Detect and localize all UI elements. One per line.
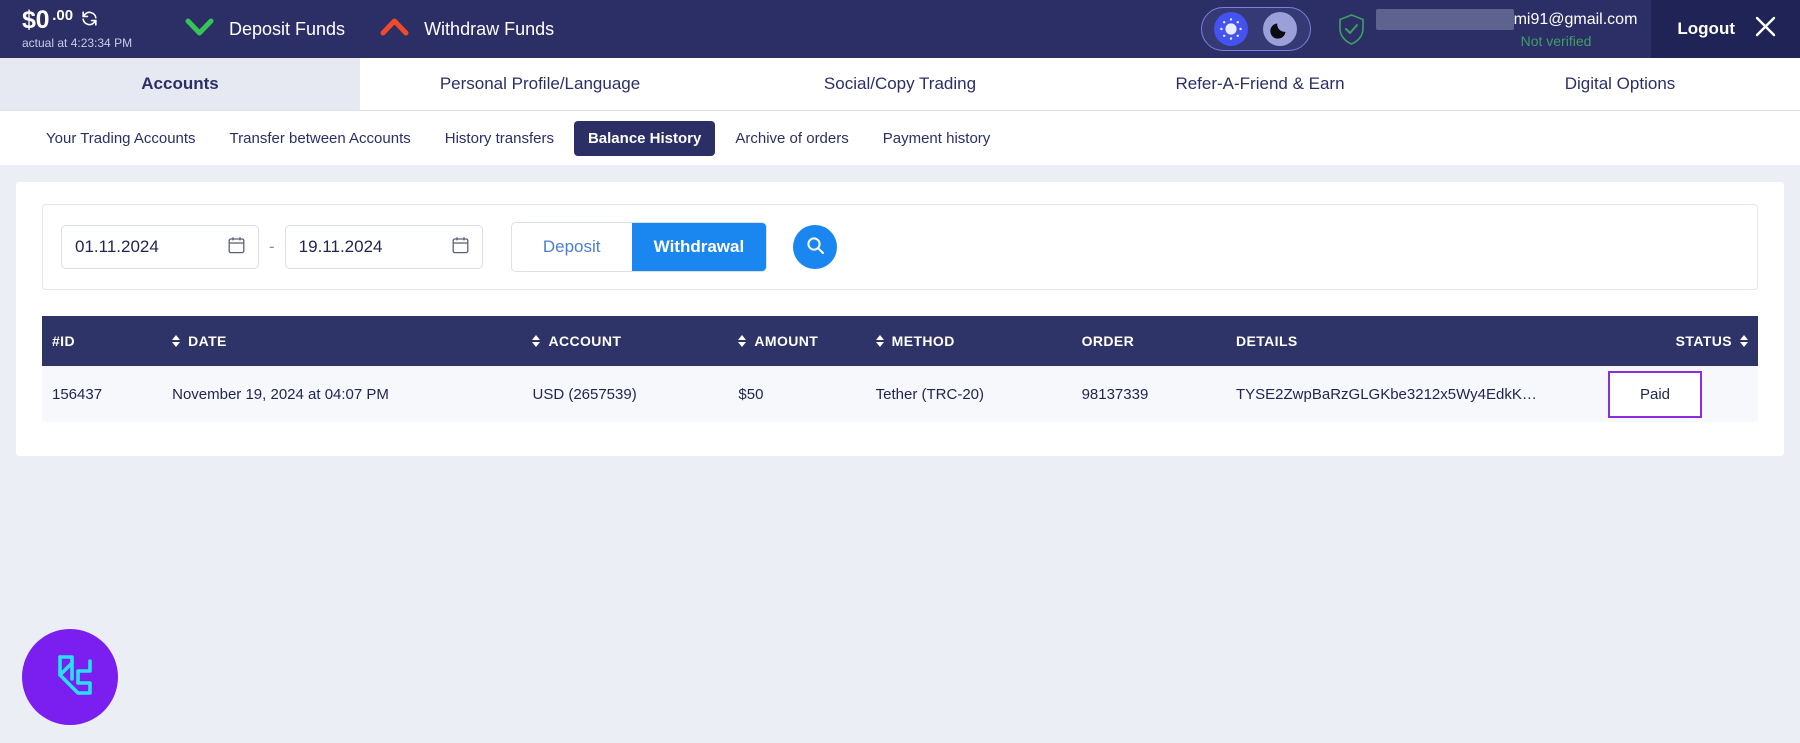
date-from-value: 01.11.2024 [75,237,159,256]
sort-icon-amount[interactable] [738,335,747,347]
refresh-icon[interactable] [80,9,99,28]
column-header-amount[interactable]: AMOUNT [728,316,866,366]
column-label-details: DETAILS [1236,333,1298,349]
cell-method: Tether (TRC-20) [865,366,1072,422]
date-from-input[interactable]: 01.11.2024 [61,225,259,269]
nav-tab-digital-options[interactable]: Digital Options [1440,58,1800,110]
subnav-history-transfers[interactable]: History transfers [431,121,568,156]
column-header-date[interactable]: DATE [162,316,523,366]
nav-tab-accounts[interactable]: Accounts [0,58,360,110]
theme-toggle[interactable] [1200,7,1311,51]
status-badge: Paid [1608,370,1703,418]
withdraw-funds-button[interactable]: Withdraw Funds [379,16,554,43]
balance-row: $0 .00 [22,8,140,33]
email-redaction [1375,9,1514,30]
moon-icon[interactable] [1263,12,1298,46]
top-bar-right: mi91@gmail.com Not verified Logout [1200,0,1800,58]
deposit-funds-button[interactable]: Deposit Funds [184,16,345,43]
filter-bar: 01.11.2024 - 19.11.2024 Deposit Withdraw… [42,204,1758,290]
withdrawal-filter-tab[interactable]: Withdrawal [631,223,767,271]
date-range-separator: - [269,237,275,256]
balance-timestamp: actual at 4:23:34 PM [22,36,133,50]
balance-history-table: #ID DATE ACCOUNT AMOUNT METHOD ORDER DET… [42,316,1758,422]
column-header-order[interactable]: ORDER [1071,316,1226,366]
subnav-archive-of-orders[interactable]: Archive of orders [721,121,862,156]
subnav-transfer-between-accounts[interactable]: Transfer between Accounts [216,121,425,156]
calendar-icon[interactable] [228,236,245,259]
sun-icon[interactable] [1214,12,1249,46]
column-label-account: ACCOUNT [548,333,622,349]
column-label-method: METHOD [891,333,955,349]
main-navigation: Accounts Personal Profile/Language Socia… [0,58,1800,111]
column-header-details[interactable]: DETAILS [1226,316,1553,366]
deposit-funds-label: Deposit Funds [229,18,346,39]
column-label-status: STATUS [1675,333,1732,349]
account-verification-block: mi91@gmail.com Not verified [1337,0,1652,58]
verification-status: Not verified [1520,33,1592,49]
column-header-account[interactable]: ACCOUNT [522,316,729,366]
chevron-up-orange-icon [379,16,410,43]
email-row: mi91@gmail.com [1375,9,1638,30]
sort-icon-status[interactable] [1740,335,1748,347]
date-to-value: 19.11.2024 [298,237,383,256]
transaction-type-toggle: Deposit Withdrawal [510,222,768,272]
column-label-date: DATE [188,333,227,349]
user-info: mi91@gmail.com Not verified [1375,9,1638,49]
subnav-balance-history[interactable]: Balance History [573,120,716,156]
logout-button[interactable]: Logout [1651,0,1800,58]
subnav-your-trading-accounts[interactable]: Your Trading Accounts [32,121,210,156]
column-label-order: ORDER [1081,333,1135,349]
sub-navigation: Your Trading Accounts Transfer between A… [0,111,1800,165]
column-label-amount: AMOUNT [754,333,819,349]
table-body: 156437 November 19, 2024 at 04:07 PM USD… [42,366,1758,422]
date-to-input[interactable]: 19.11.2024 [284,225,483,269]
balance-cents: .00 [52,7,74,24]
cell-id: 156437 [42,366,163,422]
table-header: #ID DATE ACCOUNT AMOUNT METHOD ORDER DET… [42,316,1758,366]
balance-amount: $0 [22,6,50,34]
user-email: mi91@gmail.com [1513,10,1638,28]
column-header-id[interactable]: #ID [42,316,163,366]
content-area: 01.11.2024 - 19.11.2024 Deposit Withdraw… [0,165,1800,456]
search-button[interactable] [793,225,838,269]
cell-order: 98137339 [1071,366,1226,422]
chevron-down-green-icon [184,16,215,43]
sort-icon-account[interactable] [532,335,541,347]
balance-block: $0 .00 actual at 4:23:34 PM [0,8,150,51]
nav-tab-refer-a-friend[interactable]: Refer-A-Friend & Earn [1080,58,1440,110]
cell-details: TYSE2ZwpBaRzGLGKbe3212x5Wy4EdkK4Rn [1226,366,1553,422]
top-bar: $0 .00 actual at 4:23:34 PM Deposit Fund… [0,0,1800,58]
table-header-row: #ID DATE ACCOUNT AMOUNT METHOD ORDER DET… [42,316,1758,366]
table-row[interactable]: 156437 November 19, 2024 at 04:07 PM USD… [42,366,1758,422]
sort-icon-date[interactable] [172,335,181,347]
cell-date: November 19, 2024 at 04:07 PM [162,366,523,422]
logout-label: Logout [1677,19,1735,38]
cell-amount: $50 [728,366,866,422]
search-icon [806,236,825,258]
column-label-id: #ID [52,333,75,349]
deposit-filter-tab[interactable]: Deposit [511,223,632,271]
subnav-payment-history[interactable]: Payment history [869,121,1005,156]
column-header-status[interactable]: STATUS [1552,316,1758,366]
close-x-icon[interactable] [1753,14,1778,44]
balance-history-panel: 01.11.2024 - 19.11.2024 Deposit Withdraw… [16,182,1784,456]
cell-status: Paid [1552,366,1758,422]
withdraw-funds-label: Withdraw Funds [424,18,555,39]
column-header-method[interactable]: METHOD [865,316,1072,366]
nav-tab-social-copy-trading[interactable]: Social/Copy Trading [720,58,1080,110]
sort-icon-method[interactable] [875,335,884,347]
calendar-icon[interactable] [452,236,469,259]
nav-tab-personal-profile-language[interactable]: Personal Profile/Language [360,58,720,110]
brand-logo[interactable] [22,629,118,725]
cell-account: USD (2657539) [522,366,729,422]
shield-check-icon [1337,13,1366,46]
